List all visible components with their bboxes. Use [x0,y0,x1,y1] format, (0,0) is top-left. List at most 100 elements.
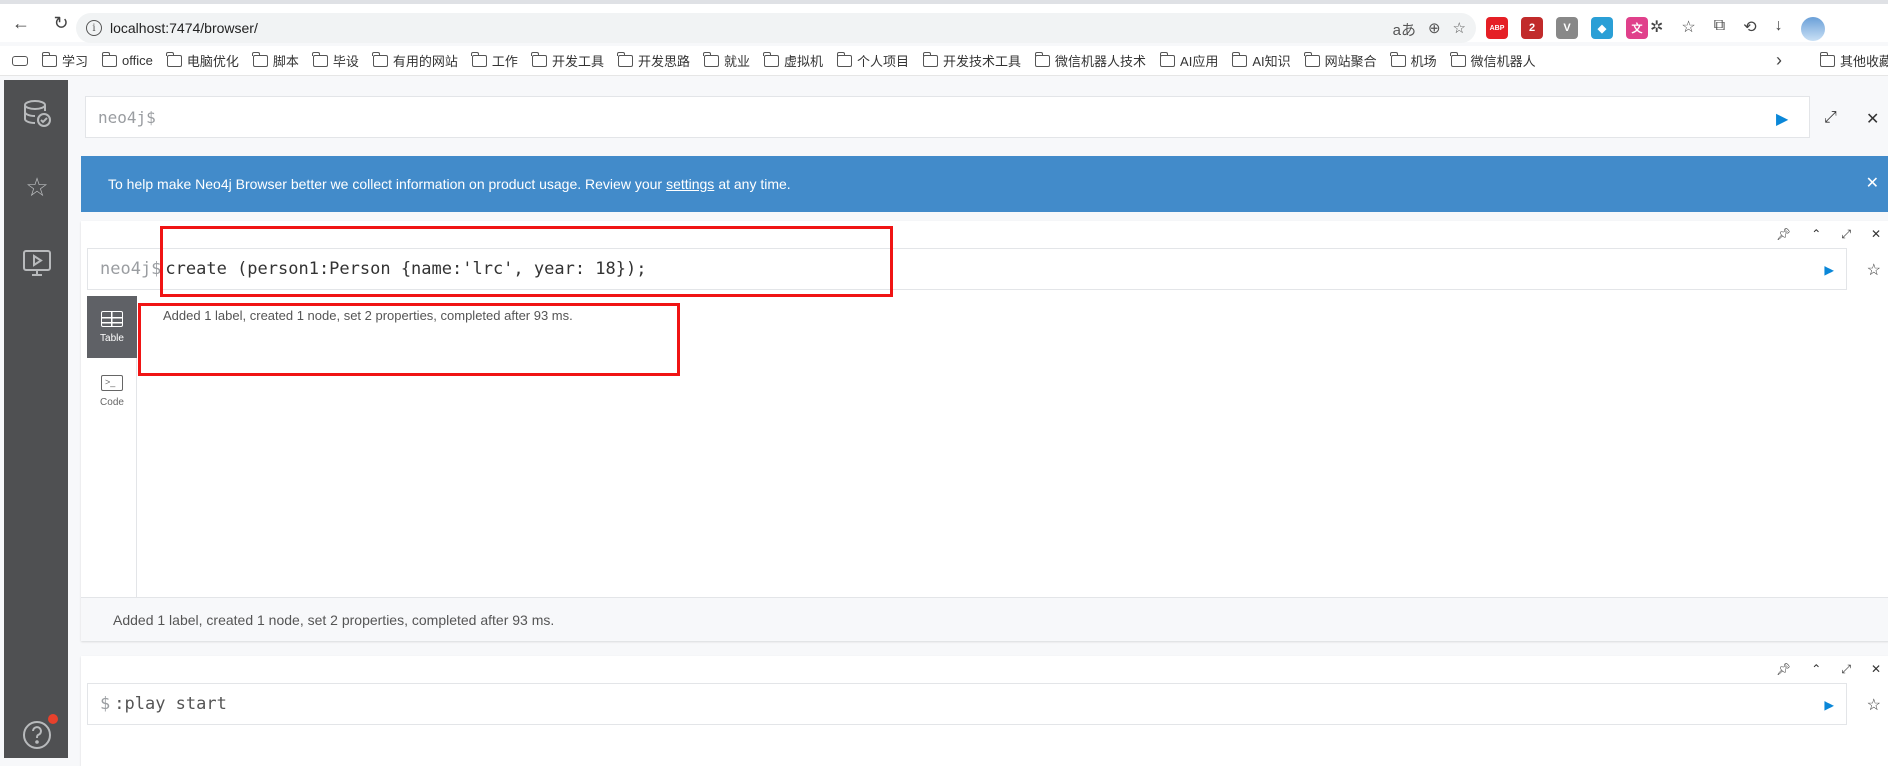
tab-code[interactable]: >_ Code [87,360,137,422]
settings-link[interactable]: settings [666,176,714,192]
neo4j-main: neo4j$ ▶ ⤢ ✕ To help make Neo4j Browser … [80,80,1888,766]
read-aloud-icon[interactable]: aあ [1393,19,1416,40]
vpn-icon[interactable]: V [1556,17,1578,39]
help-icon[interactable] [22,720,52,750]
bookmark-folder[interactable]: 个人项目 [836,51,909,70]
bookmark-folder[interactable]: 工作 [471,51,518,70]
bookmarks-more-chevron[interactable]: › [1776,50,1782,71]
notification-dot [48,714,58,724]
folder-icon [617,51,633,67]
play-start-frame: 📌︎ ⌃ ⤢ ✕ $ :play start ▶ ☆ [81,656,1888,766]
favorite-query-icon[interactable]: ☆ [1867,260,1881,280]
bookmark-folder[interactable]: 微信机器人技术 [1034,51,1146,70]
pin-icon[interactable]: 📌︎ [1776,662,1791,677]
url-text: localhost:7474/browser/ [110,20,258,36]
bookmark-folder[interactable]: 开发思路 [617,51,690,70]
folder-icon [41,51,57,67]
extension-red-icon[interactable]: 2 [1521,17,1543,39]
favorites-icon[interactable]: ☆ [1681,17,1695,41]
usage-banner: To help make Neo4j Browser better we col… [81,156,1888,212]
folder-icon [166,51,182,67]
bookmark-folder[interactable]: AI知识 [1231,51,1291,70]
bookmarks-bar: 学习 office 电脑优化 脚本 毕设 有用的网站 工作 开发工具 开发思路 就业 虚拟机 个人项目… [0,46,1888,76]
download-icon[interactable]: ↓ [1775,17,1783,41]
folder-icon [372,51,388,67]
pin-icon[interactable]: 📌︎ [1776,227,1791,242]
bookmark-star-icon[interactable]: ☆ [1453,19,1466,40]
result-view-tabs: Table >_ Code [87,296,137,600]
tab-table[interactable]: Table [87,296,137,358]
bookmark-folder[interactable]: 学习 [41,51,88,70]
translate-ext-icon[interactable]: 文 [1626,17,1648,39]
bookmark-folder[interactable]: office [101,51,153,70]
bookmark-folder[interactable]: 机场 [1390,51,1437,70]
address-bar[interactable]: i localhost:7474/browser/ aあ ⊕ ☆ [76,13,1476,43]
folder-icon [703,51,719,67]
close-frame-icon[interactable]: ✕ [1871,662,1881,677]
collapse-icon[interactable]: ⌃ [1811,227,1821,242]
bookmark-folder[interactable]: AI应用 [1159,51,1218,70]
bookmark-folder[interactable]: 有用的网站 [372,51,458,70]
folder-icon [531,51,547,67]
bookmark-folder[interactable]: 开发工具 [531,51,604,70]
highlight-box-query [160,226,893,297]
abp-icon[interactable]: ABP [1486,17,1508,39]
fullscreen-icon[interactable]: ⤢ [1841,227,1851,242]
clear-editor-icon[interactable]: ✕ [1866,109,1879,129]
folder-icon [1034,51,1051,67]
folder-icon [1231,51,1248,67]
bookmark-folder[interactable]: 微信机器人 [1450,51,1536,70]
frame-query-editor[interactable]: $ :play start ▶ [87,683,1847,725]
bookmark-folder[interactable]: 网站聚合 [1304,51,1377,70]
query-code: :play start [114,694,227,714]
highlight-box-result [138,303,680,376]
bookmark-folder[interactable]: 开发技术工具 [922,51,1021,70]
database-icon[interactable] [22,98,52,128]
code-icon: >_ [101,374,123,391]
site-info-icon[interactable]: i [86,20,102,36]
rerun-query-button[interactable]: ▶ [1824,695,1834,714]
other-bookmarks[interactable]: 其他收藏 [1819,51,1888,70]
bookmarks-menu-icon[interactable] [12,55,28,66]
run-query-button[interactable]: ▶ [1776,109,1788,129]
folder-icon [312,51,328,67]
back-icon[interactable]: ← [8,10,34,36]
table-icon [101,310,123,327]
folder-icon [252,51,268,67]
folder-icon [763,51,779,67]
main-query-editor[interactable]: neo4j$ [85,96,1810,138]
folder-icon [922,51,939,67]
close-frame-icon[interactable]: ✕ [1871,227,1881,242]
browser-toolbar: ← ↻ i localhost:7474/browser/ aあ ⊕ ☆ ABP… [0,0,1888,43]
rerun-query-button[interactable]: ▶ [1824,260,1834,279]
folder-icon [471,51,487,67]
bookmark-folder[interactable]: 毕设 [312,51,359,70]
bookmark-folder[interactable]: 就业 [703,51,750,70]
folder-icon [1304,51,1320,67]
shield-ext-icon[interactable]: ◆ [1591,17,1613,39]
folder-icon [101,51,118,67]
extensions-puzzle-icon[interactable]: ✲ [1650,17,1663,41]
bookmark-folder[interactable]: 虚拟机 [763,51,823,70]
fullscreen-icon[interactable]: ⤢ [1841,662,1851,677]
collections-icon[interactable]: ⧉ [1714,17,1725,41]
frame-status-bar: Added 1 label, created 1 node, set 2 pro… [81,597,1888,641]
folder-icon [1819,51,1835,67]
folder-icon [1390,51,1406,67]
banner-close-icon[interactable]: ✕ [1866,173,1879,193]
favorites-star-icon[interactable]: ☆ [22,172,52,202]
folder-icon [1159,51,1176,67]
editor-prompt: neo4j$ [98,107,156,127]
zoom-icon[interactable]: ⊕ [1428,19,1441,40]
collapse-icon[interactable]: ⌃ [1811,662,1821,677]
bookmark-folder[interactable]: 脚本 [252,51,299,70]
favorite-query-icon[interactable]: ☆ [1867,695,1881,715]
bookmark-folder[interactable]: 电脑优化 [166,51,239,70]
expand-editor-icon[interactable]: ⤢ [1824,109,1837,127]
profile-avatar[interactable] [1800,17,1825,41]
history-icon[interactable]: ⟲ [1743,17,1756,41]
reload-icon[interactable]: ↻ [48,10,74,36]
guides-play-icon[interactable] [22,248,52,278]
folder-icon [1450,51,1466,67]
neo4j-sidebar: ☆ [4,80,68,758]
